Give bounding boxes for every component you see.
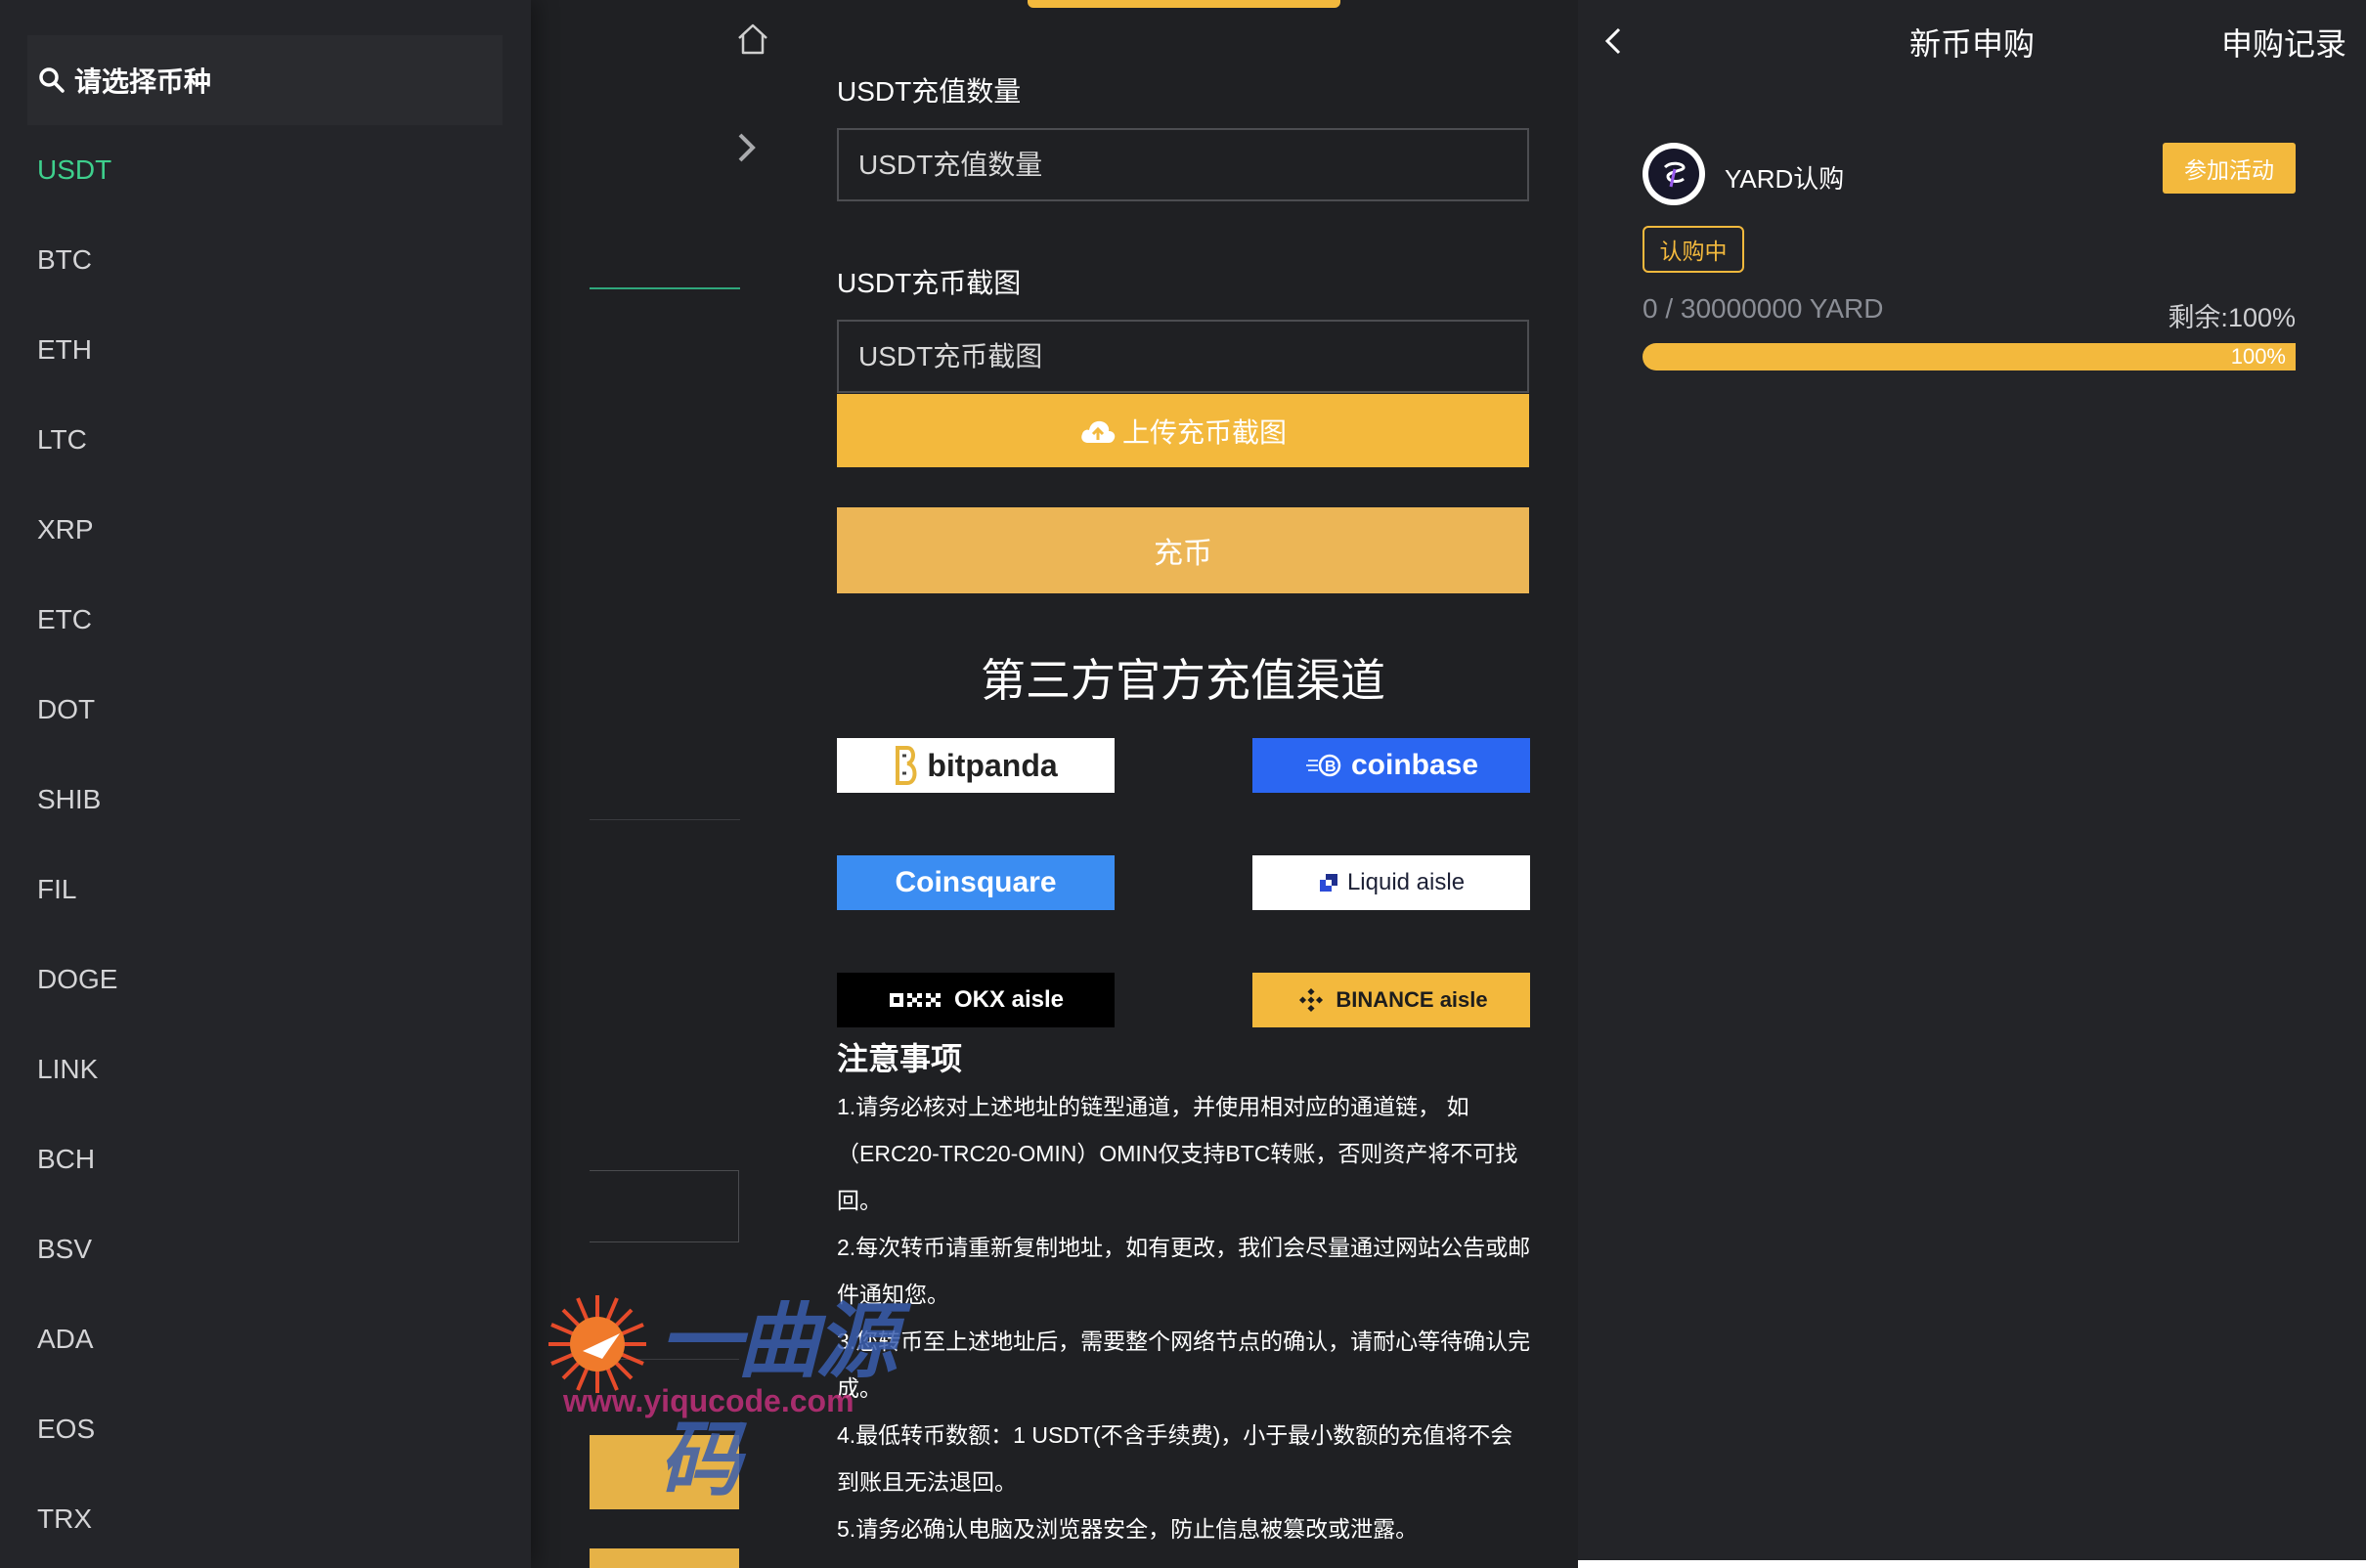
coin-item[interactable]: EOS: [0, 1384, 531, 1474]
divider: [590, 819, 740, 820]
bitpanda-label: bitpanda: [927, 747, 1058, 783]
header: 新币申购 申购记录: [1578, 0, 2366, 86]
project-logo: [1643, 143, 1705, 205]
channels-title: 第三方官方充值渠道: [981, 655, 1385, 706]
deposit-button[interactable]: 充币: [837, 507, 1529, 593]
subscription-panel: 新币申购 申购记录 YARD认购 参加活动 认购中 0 / 30000000 Y…: [1578, 0, 2366, 1568]
screenshot-input[interactable]: USDT充币截图: [837, 320, 1529, 393]
subscription-amount: 0 / 30000000 YARD: [1643, 293, 1884, 324]
okx-link[interactable]: OKX aisle: [837, 973, 1115, 1027]
progress-label: 100%: [2230, 344, 2286, 369]
watermark: 一曲源码 www.yiqucode.com: [544, 1271, 935, 1505]
coin-search-input[interactable]: 请选择币种: [27, 35, 503, 125]
coin-item[interactable]: FIL: [0, 845, 531, 935]
note-item: 5.请务必确认电脑及浏览器安全，防止信息被篡改或泄露。: [837, 1516, 1419, 1542]
search-placeholder: 请选择币种: [74, 66, 212, 97]
coin-item[interactable]: BTC: [0, 215, 531, 305]
coin-item[interactable]: DOT: [0, 665, 531, 755]
liquid-label: Liquid aisle: [1346, 869, 1466, 895]
tab-indicator: [590, 287, 740, 289]
coinbase-logo-icon: B: [1305, 754, 1341, 777]
bitpanda-link[interactable]: bitpanda: [837, 738, 1115, 793]
progress-bar: 100%: [1643, 343, 2296, 370]
coinbase-link[interactable]: B coinbase: [1252, 738, 1530, 793]
note-item: 2.每次转币请重新复制地址，如有更改，我们会尽量通过网站公告或邮件通知您。: [837, 1235, 1531, 1307]
svg-text:B: B: [1325, 759, 1336, 775]
binance-label: BINANCE aisle: [1336, 987, 1488, 1012]
sun-logo-icon: [548, 1295, 646, 1393]
remaining-percent: 剩余:100%: [2168, 303, 2296, 332]
note-item: 1.请务必核对上述地址的链型通道，并使用相对应的通道链， 如（ERC20-TRC…: [837, 1094, 1518, 1213]
progress-fill: [1643, 343, 2296, 370]
liquid-logo-icon: [1319, 874, 1337, 892]
bitpanda-logo-icon: [896, 746, 917, 785]
okx-label: OKX aisle: [953, 986, 1065, 1013]
coin-item[interactable]: ETH: [0, 305, 531, 395]
home-icon[interactable]: [735, 22, 770, 57]
coin-list: USDT BTC ETH LTC XRP ETC DOT SHIB FIL DOGE LINK BCH…: [0, 125, 531, 1564]
coin-item[interactable]: ETC: [0, 575, 531, 665]
amount-input[interactable]: USDT充值数量: [837, 128, 1529, 201]
binance-logo-icon: [1299, 987, 1324, 1013]
coin-item[interactable]: USDT: [0, 125, 531, 215]
coin-item[interactable]: BSV: [0, 1204, 531, 1294]
records-link[interactable]: 申购记录: [2221, 20, 2346, 65]
coin-item[interactable]: ADA: [0, 1294, 531, 1384]
coinsquare-label: Coinsquare: [895, 866, 1057, 898]
background-button: [590, 1548, 739, 1568]
liquid-link[interactable]: Liquid aisle: [1252, 855, 1530, 910]
screenshot-label: USDT充币截图: [837, 268, 1022, 298]
background-input: [590, 1170, 739, 1242]
coin-item[interactable]: LTC: [0, 395, 531, 485]
coin-item[interactable]: SHIB: [0, 755, 531, 845]
coinbase-label: coinbase: [1350, 749, 1479, 781]
binance-link[interactable]: BINANCE aisle: [1252, 973, 1530, 1027]
coin-item[interactable]: BCH: [0, 1114, 531, 1204]
cloud-upload-icon: [1081, 420, 1116, 443]
amount-label: USDT充值数量: [837, 76, 1022, 107]
yard-logo-icon: [1663, 161, 1686, 188]
top-button-edge[interactable]: [1028, 0, 1340, 8]
deposit-label: 充币: [1154, 538, 1212, 570]
note-item: 3.您转币至上述地址后，需要整个网络节点的确认，请耐心等待确认完成。: [837, 1328, 1531, 1401]
coin-item[interactable]: TRX: [0, 1474, 531, 1564]
notes-list: 1.请务必核对上述地址的链型通道，并使用相对应的通道链， 如（ERC20-TRC…: [837, 1083, 1533, 1552]
status-badge: 认购中: [1643, 226, 1744, 273]
okx-logo-icon: [889, 993, 941, 1007]
project-name: YARD认购: [1725, 164, 1845, 194]
watermark-url: www.yiqucode.com: [563, 1383, 854, 1418]
coinsquare-link[interactable]: Coinsquare: [837, 855, 1115, 910]
coin-item[interactable]: DOGE: [0, 935, 531, 1024]
upload-screenshot-button[interactable]: 上传充币截图: [837, 394, 1529, 467]
search-icon: [39, 67, 65, 93]
upload-label: 上传充币截图: [1121, 416, 1287, 448]
notes-title: 注意事项: [837, 1041, 963, 1076]
coin-drawer: 请选择币种 USDT BTC ETH LTC XRP ETC DOT SHIB FIL DOGE L…: [0, 0, 531, 1568]
note-item: 4.最低转币数额：1 USDT(不含手续费)，小于最小数额的充值将不会到账且无法…: [837, 1422, 1513, 1495]
chevron-right-icon[interactable]: [733, 129, 761, 166]
coin-item[interactable]: XRP: [0, 485, 531, 575]
coin-item[interactable]: LINK: [0, 1024, 531, 1114]
join-activity-button[interactable]: 参加活动: [2163, 143, 2296, 194]
